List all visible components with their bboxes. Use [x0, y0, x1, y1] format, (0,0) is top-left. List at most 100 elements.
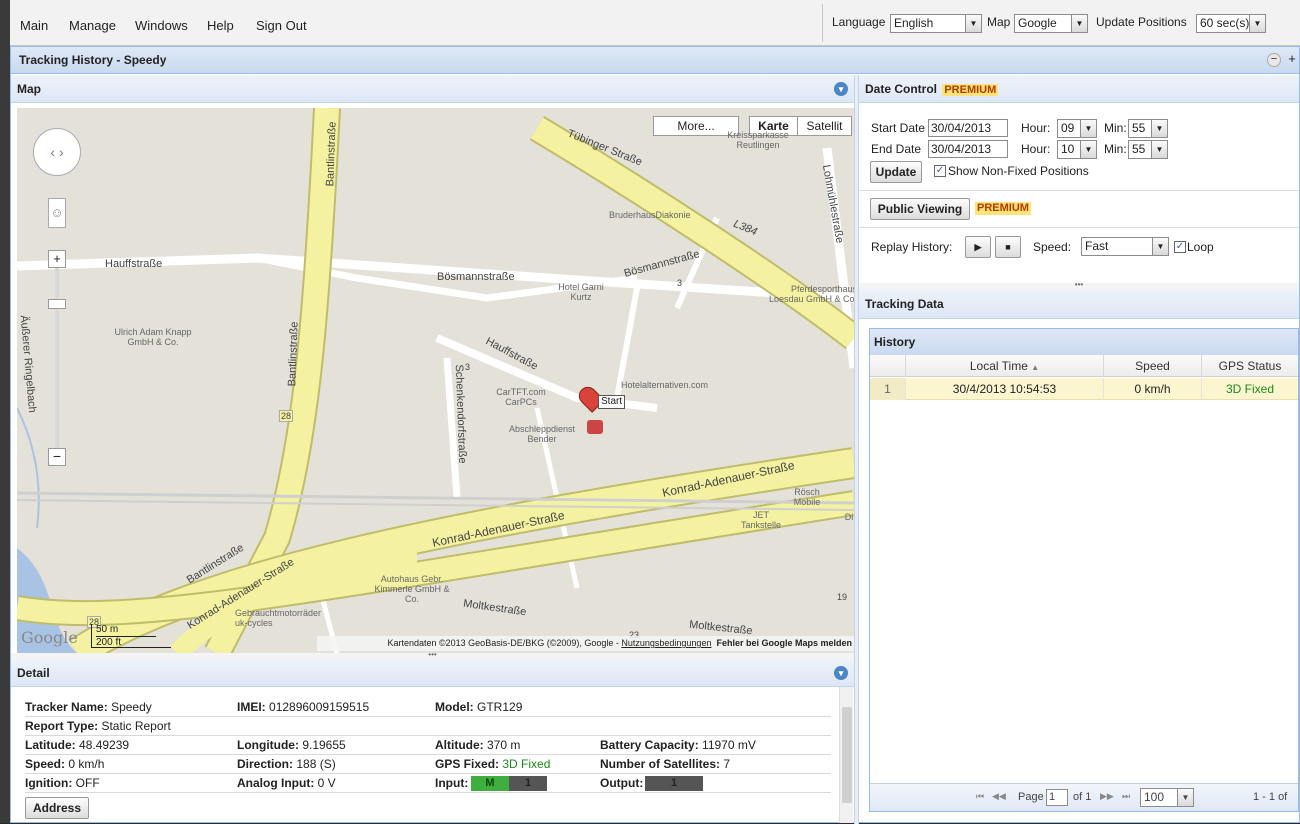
menu-main[interactable]: Main [20, 18, 48, 33]
detail-value: 0 V [317, 776, 336, 790]
page-number-input[interactable]: 1 [1046, 789, 1068, 806]
map-panel-title: Map [17, 82, 41, 96]
poi-label: Rösch Mobile [793, 487, 821, 507]
prev-page-icon[interactable]: ◀◀ [992, 791, 1006, 802]
public-viewing-button[interactable]: Public Viewing [870, 198, 970, 220]
zoom-out-button[interactable]: − [48, 448, 66, 466]
poi-label: CarTFT.com CarPCs [496, 387, 546, 407]
top-menu-bar: Main Manage Windows Help Sign Out Langua… [10, 0, 1300, 46]
end-hour-value: 10 [1061, 142, 1075, 156]
update-button[interactable]: Update [870, 161, 922, 183]
house-number: 19 [837, 592, 848, 602]
play-icon[interactable]: ▶ [965, 236, 991, 258]
scale-bar: 50 m 200 ft [91, 624, 171, 648]
zoom-in-button[interactable]: + [48, 250, 66, 268]
chevron-down-icon: ▼ [1152, 238, 1168, 255]
column-header-label: Local Time [969, 359, 1028, 373]
maximize-icon[interactable]: + [1285, 52, 1299, 67]
show-nonfixed-checkbox[interactable]: ✓ [934, 165, 946, 177]
end-date-label: End Date [871, 142, 922, 156]
loop-checkbox[interactable]: ✓ [1174, 241, 1186, 253]
detail-label: Tracker Name: [25, 700, 108, 714]
gps-fixed-value: 3D Fixed [502, 757, 551, 771]
divider [859, 190, 1299, 191]
start-hour-select[interactable]: 09 ▼ [1057, 119, 1097, 138]
window-header: Tracking History - Speedy − + [11, 47, 1299, 74]
poi-label: BruderhausDiakonie [609, 210, 691, 220]
min-label: Min: [1104, 121, 1127, 135]
hour-label: Hour: [1021, 121, 1051, 135]
house-number: 3 [465, 362, 471, 372]
zoom-slider-track[interactable] [55, 258, 59, 458]
detail-row: Speed: 0 km/h Direction: 188 (S) GPS Fix… [25, 755, 831, 774]
tracking-data-header: Tracking Data [859, 289, 1299, 319]
detail-value: OFF [75, 776, 100, 790]
page-size-value: 100 [1144, 790, 1165, 804]
sort-asc-icon: ▲ [1031, 363, 1040, 372]
poi-label: Pferdesporthaus Loesdau GmbH & Co. [768, 284, 854, 304]
chevron-down-icon: ▼ [1151, 120, 1167, 137]
menu-manage[interactable]: Manage [69, 18, 116, 33]
road-number: 28 [279, 410, 294, 422]
pan-control[interactable]: ‹ › [33, 128, 81, 176]
menu-help[interactable]: Help [207, 18, 234, 33]
detail-label: GPS Fixed: [435, 757, 500, 771]
pager-toolbar: ⏮ ◀◀ Page 1 of 1 ▶▶ ⏭ 100 ▼ 1 - 1 of [870, 783, 1298, 811]
poi-label: Abschleppdienst Bender [508, 424, 576, 444]
detail-label: Longitude: [237, 738, 299, 752]
chevron-down-icon: ▼ [1151, 141, 1167, 158]
row-number: 1 [870, 378, 906, 400]
table-row[interactable]: 1 30/4/2013 10:54:53 0 km/h 3D Fixed [870, 378, 1298, 400]
minimize-icon[interactable]: − [1267, 53, 1281, 67]
scrollbar-thumb[interactable] [842, 707, 852, 803]
input-1-indicator: 1 [509, 776, 547, 791]
language-value: English [894, 16, 934, 30]
stop-icon[interactable]: ■ [995, 236, 1021, 258]
first-page-icon[interactable]: ⏮ [976, 791, 984, 802]
update-positions-select[interactable]: 60 sec(s) ▼ [1196, 14, 1266, 33]
language-select[interactable]: English ▼ [890, 14, 982, 33]
end-min-select[interactable]: 55 ▼ [1128, 140, 1168, 159]
tracking-data-title: Tracking Data [865, 297, 944, 311]
history-grid: History Local Time ▲ Speed GPS Status 1 … [869, 328, 1299, 812]
collapse-icon[interactable]: ▾ [834, 82, 848, 96]
end-date-input[interactable]: 30/04/2013 [928, 140, 1008, 158]
show-nonfixed-label: Show Non-Fixed Positions [948, 164, 1089, 178]
pager-summary: 1 - 1 of [1253, 791, 1288, 803]
terms-link[interactable]: Nutzungsbedingungen [621, 638, 711, 648]
vehicle-icon[interactable] [587, 420, 603, 434]
page-size-select[interactable]: 100 ▼ [1140, 788, 1194, 807]
start-min-select[interactable]: 55 ▼ [1128, 119, 1168, 138]
detail-label: Number of Satellites: [600, 757, 721, 771]
detail-value: GTR129 [477, 700, 523, 714]
detail-scrollbar[interactable] [839, 687, 853, 823]
start-marker-label: Start [598, 395, 626, 409]
start-date-input[interactable]: 30/04/2013 [928, 119, 1008, 137]
next-page-icon[interactable]: ▶▶ [1100, 791, 1114, 802]
end-hour-select[interactable]: 10 ▼ [1057, 140, 1097, 159]
column-header-speed[interactable]: Speed [1104, 355, 1202, 377]
vertical-splitter[interactable] [854, 75, 859, 824]
row-number-header [870, 355, 906, 377]
report-error-link[interactable]: Fehler bei Google Maps melden [716, 638, 852, 648]
zoom-slider-handle[interactable] [48, 299, 66, 309]
column-header-gps-status[interactable]: GPS Status [1202, 355, 1298, 377]
collapse-icon[interactable]: ▾ [834, 666, 848, 680]
detail-label: IMEI: [237, 700, 266, 714]
map-canvas[interactable]: ‹ › ☺ + − More... Karte Satellit Tübinge… [17, 108, 854, 653]
premium-badge: PREMIUM [942, 84, 999, 96]
menu-sign-out[interactable]: Sign Out [256, 18, 307, 33]
map-provider-select[interactable]: Google ▼ [1014, 14, 1088, 33]
map-type-satellit[interactable]: Satellit [797, 116, 852, 136]
column-header-local-time[interactable]: Local Time ▲ [906, 355, 1104, 377]
address-button[interactable]: Address [25, 797, 89, 819]
replay-speed-select[interactable]: Fast ▼ [1081, 237, 1169, 256]
detail-panel-header: Detail ▾ [11, 659, 854, 687]
cell-local-time: 30/4/2013 10:54:53 [906, 378, 1104, 400]
last-page-icon[interactable]: ⏭ [1122, 791, 1130, 802]
page-label: Page [1018, 791, 1044, 803]
pegman-icon[interactable]: ☺ [48, 198, 66, 228]
menu-windows[interactable]: Windows [135, 18, 188, 33]
detail-row: Report Type: Static Report [25, 717, 831, 736]
detail-label: Battery Capacity: [600, 738, 699, 752]
